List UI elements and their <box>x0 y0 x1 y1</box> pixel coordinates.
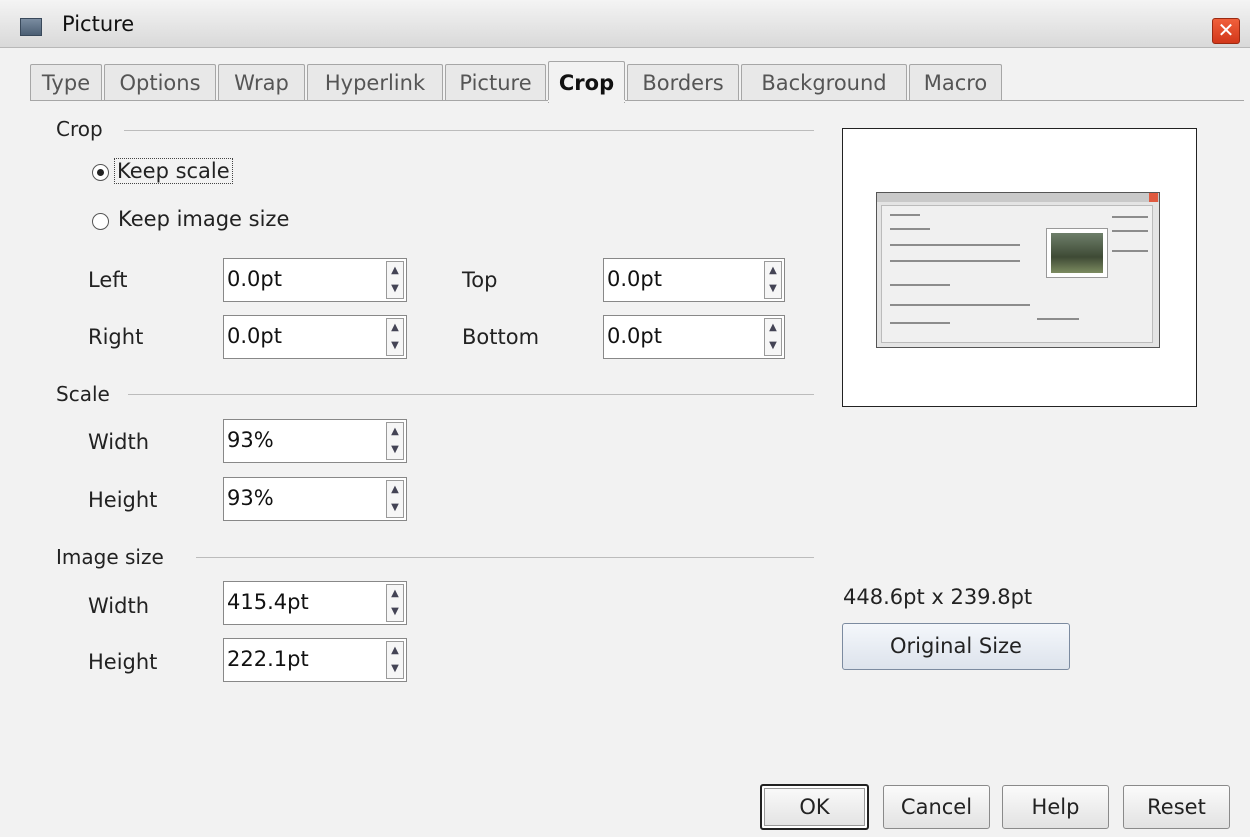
spin-down-icon[interactable]: ▼ <box>387 660 403 678</box>
crop-separator <box>124 130 814 131</box>
image-width-field[interactable]: 415.4pt ▲ ▼ <box>223 581 407 625</box>
scale-height-field[interactable]: 93% ▲ ▼ <box>223 477 407 521</box>
scale-width-value[interactable]: 93% <box>227 428 274 452</box>
image-height-value[interactable]: 222.1pt <box>227 647 309 671</box>
scale-height-spinner[interactable]: ▲ ▼ <box>386 480 404 518</box>
cancel-button[interactable]: Cancel <box>883 785 990 829</box>
left-value[interactable]: 0.0pt <box>227 267 282 291</box>
ok-button[interactable]: OK <box>760 784 869 830</box>
scale-height-value[interactable]: 93% <box>227 486 274 510</box>
spin-up-icon[interactable]: ▲ <box>765 319 781 337</box>
top-value[interactable]: 0.0pt <box>607 267 662 291</box>
tab-wrap[interactable]: Wrap <box>218 64 305 100</box>
spin-down-icon[interactable]: ▼ <box>387 280 403 298</box>
keep-image-size-label[interactable]: Keep image size <box>118 207 289 231</box>
bottom-spinner[interactable]: ▲ ▼ <box>764 318 782 356</box>
tab-picture[interactable]: Picture <box>445 64 546 100</box>
right-label: Right <box>88 325 144 349</box>
spin-up-icon[interactable]: ▲ <box>387 319 403 337</box>
scale-separator <box>128 394 814 395</box>
tab-hyperlink[interactable]: Hyperlink <box>307 64 443 100</box>
spin-up-icon[interactable]: ▲ <box>387 585 403 603</box>
spin-up-icon[interactable]: ▲ <box>387 262 403 280</box>
tab-type[interactable]: Type <box>30 64 102 100</box>
spin-down-icon[interactable]: ▼ <box>387 337 403 355</box>
preview-thumbnail <box>876 192 1160 348</box>
image-height-field[interactable]: 222.1pt ▲ ▼ <box>223 638 407 682</box>
keep-scale-radio[interactable] <box>92 164 109 181</box>
scale-width-spinner[interactable]: ▲ ▼ <box>386 422 404 460</box>
right-spinner[interactable]: ▲ ▼ <box>386 318 404 356</box>
original-size-button[interactable]: Original Size <box>842 623 1070 670</box>
title-bar <box>0 0 1250 48</box>
top-label: Top <box>462 268 498 292</box>
scale-group-label: Scale <box>56 382 110 406</box>
bottom-label: Bottom <box>462 325 540 349</box>
image-height-label: Height <box>88 650 158 674</box>
tab-macro[interactable]: Macro <box>909 64 1002 100</box>
top-field[interactable]: 0.0pt ▲ ▼ <box>603 258 785 302</box>
image-width-label: Width <box>88 594 150 618</box>
spin-down-icon[interactable]: ▼ <box>387 499 403 517</box>
keep-scale-label[interactable]: Keep scale <box>114 158 233 184</box>
spin-down-icon[interactable]: ▼ <box>765 280 781 298</box>
image-width-spinner[interactable]: ▲ ▼ <box>386 584 404 622</box>
reset-button[interactable]: Reset <box>1123 785 1230 829</box>
crop-group-label: Crop <box>56 117 103 141</box>
tab-baseline <box>30 100 1244 101</box>
left-field[interactable]: 0.0pt ▲ ▼ <box>223 258 407 302</box>
tab-background[interactable]: Background <box>741 64 907 100</box>
radio-selected-dot <box>97 169 104 176</box>
spin-down-icon[interactable]: ▼ <box>765 337 781 355</box>
spin-up-icon[interactable]: ▲ <box>765 262 781 280</box>
left-label: Left <box>88 268 128 292</box>
tab-borders[interactable]: Borders <box>627 64 739 100</box>
window-title: Picture <box>62 12 135 36</box>
bottom-field[interactable]: 0.0pt ▲ ▼ <box>603 315 785 359</box>
spin-down-icon[interactable]: ▼ <box>387 441 403 459</box>
scale-width-label: Width <box>88 430 150 454</box>
scale-width-field[interactable]: 93% ▲ ▼ <box>223 419 407 463</box>
picture-dialog-icon <box>20 18 42 36</box>
bottom-value[interactable]: 0.0pt <box>607 324 662 348</box>
image-size-group-label: Image size <box>56 545 164 569</box>
help-button[interactable]: Help <box>1002 785 1109 829</box>
spin-up-icon[interactable]: ▲ <box>387 423 403 441</box>
spin-up-icon[interactable]: ▲ <box>387 481 403 499</box>
right-value[interactable]: 0.0pt <box>227 324 282 348</box>
right-field[interactable]: 0.0pt ▲ ▼ <box>223 315 407 359</box>
spin-up-icon[interactable]: ▲ <box>387 642 403 660</box>
image-height-spinner[interactable]: ▲ ▼ <box>386 641 404 679</box>
spin-down-icon[interactable]: ▼ <box>387 603 403 621</box>
close-icon[interactable]: ✕ <box>1212 18 1240 44</box>
tab-crop[interactable]: Crop <box>548 61 625 103</box>
scale-height-label: Height <box>88 488 158 512</box>
top-spinner[interactable]: ▲ ▼ <box>764 261 782 299</box>
left-spinner[interactable]: ▲ ▼ <box>386 261 404 299</box>
image-size-separator <box>196 557 814 558</box>
tab-options[interactable]: Options <box>104 64 216 100</box>
keep-image-size-radio[interactable] <box>92 213 109 230</box>
original-size-text: 448.6pt x 239.8pt <box>843 585 1033 609</box>
image-width-value[interactable]: 415.4pt <box>227 590 309 614</box>
